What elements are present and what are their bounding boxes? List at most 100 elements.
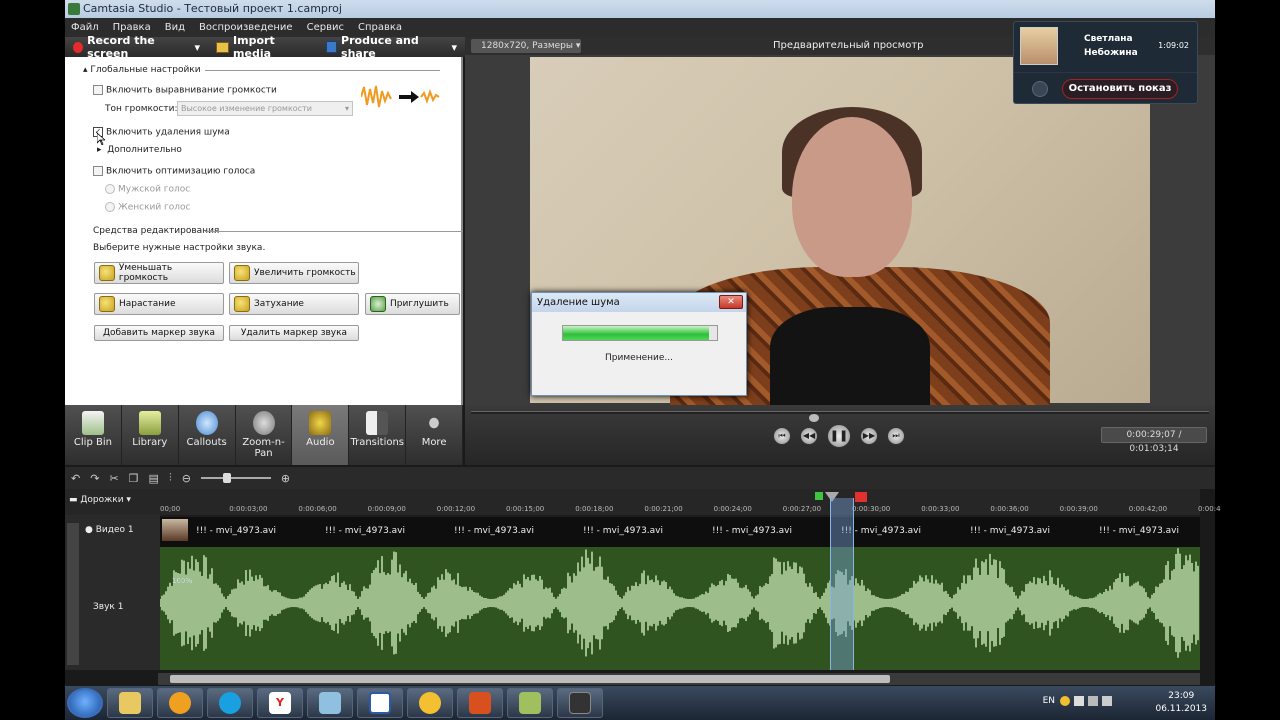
folder-icon [119, 692, 141, 714]
menu-help[interactable]: Справка [358, 22, 402, 33]
fade-in-button[interactable]: Нарастание [94, 293, 224, 315]
zoom-in-icon[interactable]: ⊕ [281, 472, 290, 485]
noise-removal-row[interactable]: ✓ Включить удаления шума [93, 127, 230, 138]
advanced-expander[interactable]: ▸ Дополнительно [97, 145, 182, 155]
volume-leveling-checkbox[interactable] [93, 85, 103, 95]
playhead-selection[interactable] [830, 498, 854, 670]
video-clip[interactable]: !!! - mvi_4973.avi [454, 526, 534, 536]
start-marker-icon[interactable] [815, 492, 823, 500]
audio-track[interactable]: 100% [160, 547, 1200, 670]
ruler-tick: 0:00:03;00 [229, 505, 268, 513]
tray-flag-icon[interactable] [1074, 696, 1084, 706]
add-audio-marker-button[interactable]: Добавить маркер звука [94, 325, 224, 341]
tray-volume-icon[interactable] [1102, 696, 1112, 706]
volume-leveling-row[interactable]: Включить выравнивание громкости [93, 85, 277, 96]
female-voice-radio[interactable] [105, 202, 115, 212]
stop-sharing-button[interactable]: Остановить показ [1062, 79, 1178, 99]
camtasia-icon [519, 692, 541, 714]
video-clip[interactable]: !!! - mvi_4973.avi [970, 526, 1050, 536]
video-clip[interactable]: !!! - mvi_4973.avi [712, 526, 792, 536]
audio-track-header[interactable]: Звук 1 [93, 602, 123, 612]
scrub-knob[interactable] [809, 414, 819, 422]
undo-icon[interactable]: ↶ [71, 472, 80, 485]
silence-button[interactable]: Приглушить [365, 293, 460, 315]
cut-icon[interactable]: ✂ [109, 472, 118, 485]
redo-icon[interactable]: ↷ [90, 472, 99, 485]
scrollbar-thumb[interactable] [170, 675, 890, 683]
male-voice-row[interactable]: Мужской голос [105, 184, 190, 195]
taskbar-skype[interactable] [207, 688, 253, 718]
taskbar-headphones[interactable] [407, 688, 453, 718]
tab-clip-bin[interactable]: Clip Bin [65, 405, 122, 465]
preview-size-dropdown[interactable]: 1280x720, Размеры ▾ [471, 39, 581, 53]
voice-optimization-row[interactable]: Включить оптимизацию голоса [93, 166, 255, 177]
menu-playback[interactable]: Воспроизведение [199, 22, 293, 33]
tab-transitions[interactable]: Transitions [349, 405, 407, 465]
zoom-slider[interactable] [200, 473, 271, 483]
close-icon[interactable]: ✕ [719, 295, 743, 309]
tray-shield-icon[interactable] [1060, 696, 1070, 706]
fade-in-label: Нарастание [119, 299, 176, 309]
video-track-header[interactable]: ● Видео 1 [85, 525, 134, 535]
task-tabs: Clip Bin Library Callouts Zoom-n-Pan Aud… [65, 405, 464, 465]
increase-volume-button[interactable]: Увеличить громкость [229, 262, 359, 284]
copy-icon[interactable]: ❐ [129, 472, 139, 485]
taskbar-notepad[interactable] [307, 688, 353, 718]
tab-audio[interactable]: Audio [292, 405, 350, 465]
skip-back-button[interactable]: ⏮ [773, 427, 791, 445]
menu-tools[interactable]: Сервис [307, 22, 344, 33]
tab-callouts[interactable]: Callouts [179, 405, 236, 465]
scrub-bar[interactable] [471, 411, 1209, 422]
tray-network-icon[interactable] [1088, 696, 1098, 706]
tab-zoom-n-pan[interactable]: Zoom-n-Pan [236, 405, 293, 465]
track-scroll-rail[interactable] [67, 523, 79, 665]
audio-waveform [160, 548, 1199, 658]
zoom-slider-knob[interactable] [222, 473, 231, 483]
delete-audio-marker-button[interactable]: Удалить маркер звука [229, 325, 359, 341]
video-track[interactable]: !!! - mvi_4973.avi !!! - mvi_4973.avi !!! … [160, 517, 1200, 547]
tab-more[interactable]: More [406, 405, 464, 465]
ruler-tick: 0:00:15;00 [506, 505, 545, 513]
taskbar-yandex[interactable]: Y [257, 688, 303, 718]
tab-label: Library [132, 437, 168, 448]
decrease-volume-button[interactable]: Уменьшать громкость [94, 262, 224, 284]
caller-last-name: Небожина [1084, 48, 1138, 58]
zoom-out-icon[interactable]: ⊖ [182, 472, 191, 485]
pause-button[interactable]: ❚❚ [827, 424, 851, 448]
taskbar-messenger[interactable] [157, 688, 203, 718]
menu-file[interactable]: Файл [71, 22, 99, 33]
male-voice-radio[interactable] [105, 184, 115, 194]
start-button[interactable] [67, 688, 103, 718]
fast-forward-button[interactable]: ▶▶ [860, 427, 878, 445]
fade-out-button[interactable]: Затухание [229, 293, 359, 315]
voice-optimization-checkbox[interactable] [93, 166, 103, 176]
volume-tone-select[interactable]: Высокое изменение громкости ▾ [177, 101, 353, 116]
tab-label: More [421, 437, 447, 448]
taskbar-recorder[interactable] [557, 688, 603, 718]
preview-size-label: 1280x720, Размеры [481, 41, 574, 51]
paste-icon[interactable]: ▤ [149, 472, 159, 485]
video-clip[interactable]: !!! - mvi_4973.avi [196, 526, 276, 536]
tray-clock[interactable]: 23:09 06.11.2013 [1155, 690, 1207, 716]
menu-view[interactable]: Вид [165, 22, 185, 33]
tab-library[interactable]: Library [122, 405, 179, 465]
rewind-button[interactable]: ◀◀ [800, 427, 818, 445]
screen-share-icon[interactable] [1032, 81, 1048, 97]
split-icon[interactable]: ⫶ [169, 471, 172, 485]
skip-forward-button[interactable]: ⏭ [887, 427, 905, 445]
tab-label: Audio [306, 437, 335, 448]
language-indicator[interactable]: EN [1043, 696, 1055, 706]
menu-edit[interactable]: Правка [113, 22, 151, 33]
taskbar-word[interactable] [357, 688, 403, 718]
female-voice-row[interactable]: Женский голос [105, 202, 191, 213]
end-marker-icon[interactable] [855, 492, 867, 502]
taskbar-explorer[interactable] [107, 688, 153, 718]
taskbar-camtasia[interactable] [507, 688, 553, 718]
tracks-dropdown[interactable]: ▬ Дорожки ▾ [69, 495, 131, 505]
taskbar-powerpoint[interactable] [457, 688, 503, 718]
noise-removal-label: Включить удаления шума [106, 127, 230, 138]
video-clip[interactable]: !!! - mvi_4973.avi [583, 526, 663, 536]
video-clip[interactable]: !!! - mvi_4973.avi [1099, 526, 1179, 536]
timeline-scrollbar[interactable] [158, 673, 1200, 685]
video-clip[interactable]: !!! - mvi_4973.avi [325, 526, 405, 536]
